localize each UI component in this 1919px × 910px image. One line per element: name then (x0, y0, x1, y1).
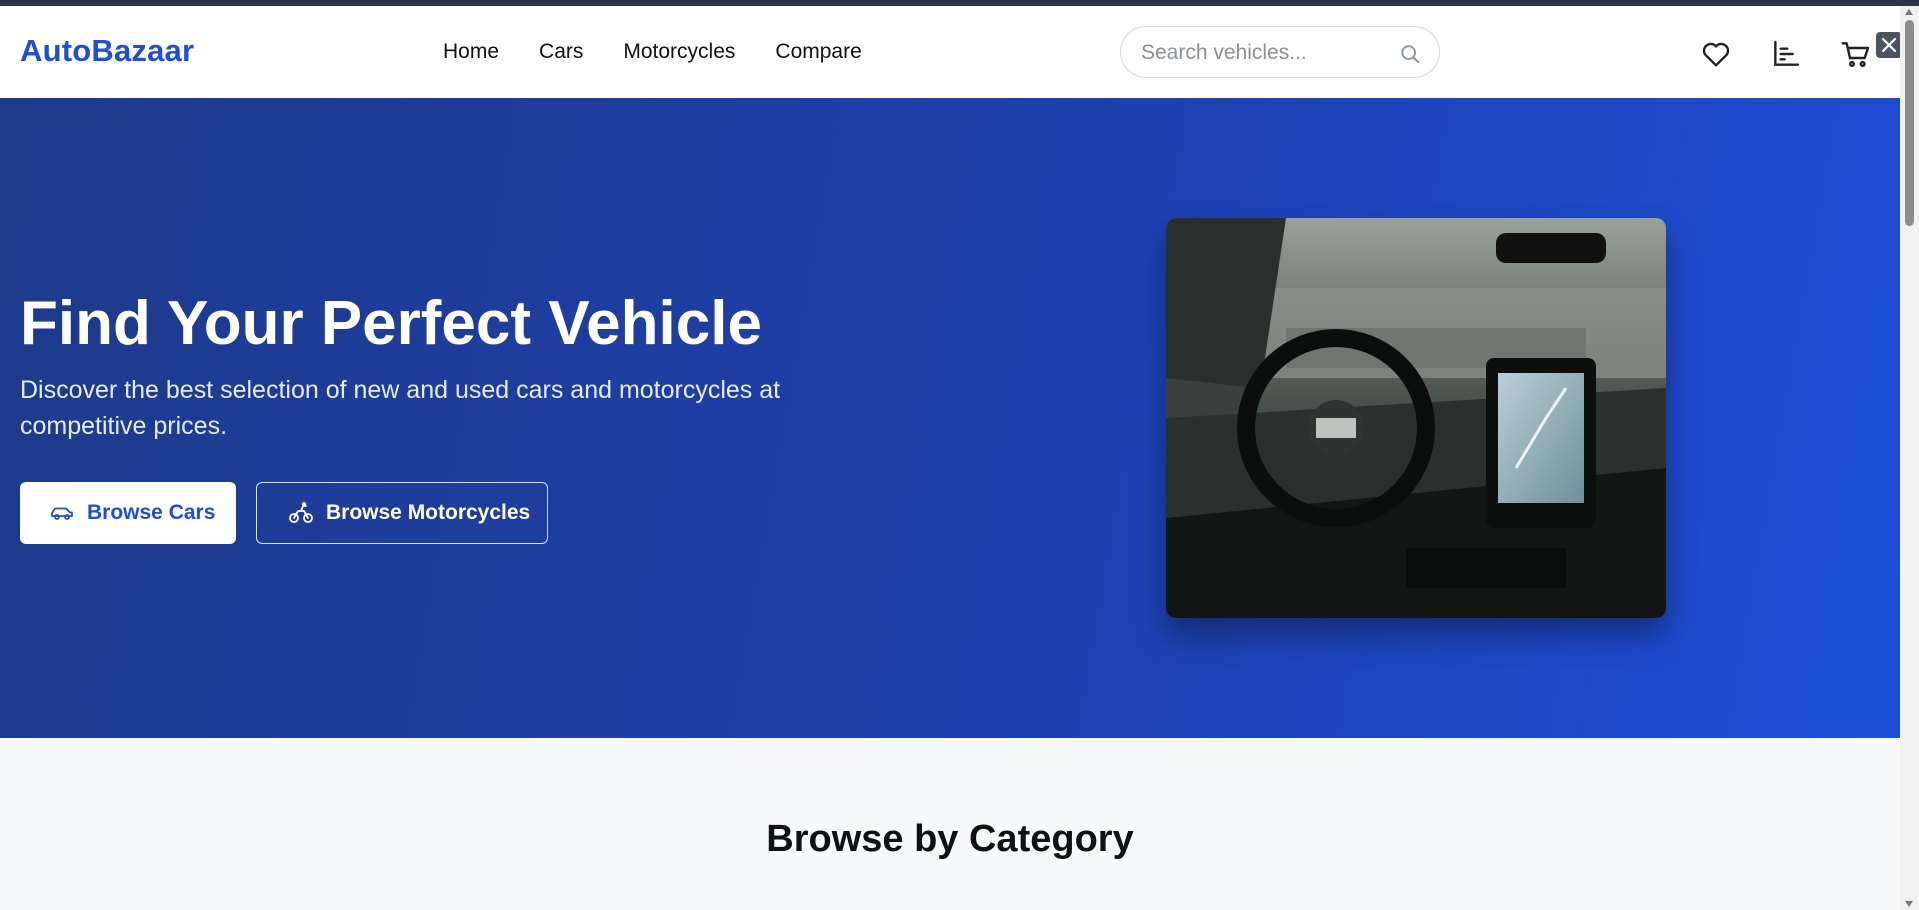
scroll-down-icon[interactable] (1905, 901, 1913, 907)
nav-compare[interactable]: Compare (775, 40, 861, 64)
car-icon (51, 507, 73, 520)
heart-icon[interactable] (1700, 38, 1732, 70)
hero-image (1166, 218, 1666, 618)
browse-motorcycles-button[interactable]: Browse Motorcycles (256, 482, 548, 544)
browse-cars-button[interactable]: Browse Cars (20, 482, 236, 544)
cart-icon[interactable] (1840, 38, 1872, 70)
browse-cars-label: Browse Cars (87, 501, 216, 524)
nav-home[interactable]: Home (443, 40, 499, 64)
search-box (1120, 26, 1440, 78)
search-input[interactable] (1141, 39, 1391, 67)
bike-icon (289, 501, 313, 523)
site-logo[interactable]: AutoBazaar (20, 33, 194, 69)
site-header: AutoBazaar Home Cars Motorcycles Compare (0, 6, 1902, 98)
scroll-up-icon[interactable] (1905, 9, 1913, 15)
close-icon (1881, 37, 1897, 53)
main-nav: Home Cars Motorcycles Compare (443, 40, 862, 64)
hero-section: Find Your Perfect Vehicle Discover the b… (0, 98, 1900, 738)
page-scrollbar[interactable] (1900, 6, 1919, 910)
scrollbar-thumb[interactable] (1905, 20, 1914, 226)
compare-chart-icon[interactable] (1770, 38, 1802, 70)
hero-title: Find Your Perfect Vehicle (20, 289, 762, 358)
close-button[interactable] (1876, 32, 1902, 58)
hero-subtitle: Discover the best selection of new and u… (20, 376, 781, 440)
nav-cars[interactable]: Cars (539, 40, 583, 64)
nav-motorcycles[interactable]: Motorcycles (623, 40, 735, 64)
browse-motorcycles-label: Browse Motorcycles (326, 501, 531, 524)
category-section-title: Browse by Category (766, 818, 1134, 860)
search-icon[interactable] (1399, 43, 1421, 65)
